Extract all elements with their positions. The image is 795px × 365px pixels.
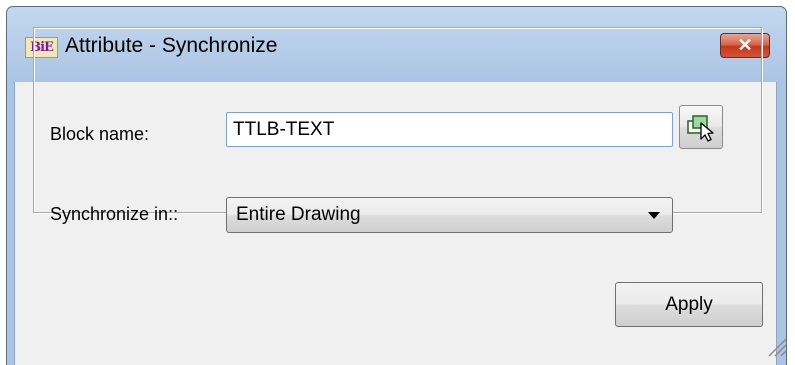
pick-block-button[interactable] [679, 105, 723, 149]
apply-button[interactable]: Apply [615, 282, 763, 327]
select-object-icon [687, 115, 714, 142]
synchronize-dropdown[interactable]: Entire Drawing [226, 197, 673, 233]
synchronize-label: Synchronize in:: [50, 204, 179, 224]
resize-grip-icon[interactable] [765, 335, 787, 357]
synchronize-selected-value: Entire Drawing [236, 204, 361, 225]
chevron-down-icon [648, 212, 660, 219]
block-name-input[interactable] [226, 112, 673, 147]
block-name-label: Block name: [50, 124, 150, 144]
